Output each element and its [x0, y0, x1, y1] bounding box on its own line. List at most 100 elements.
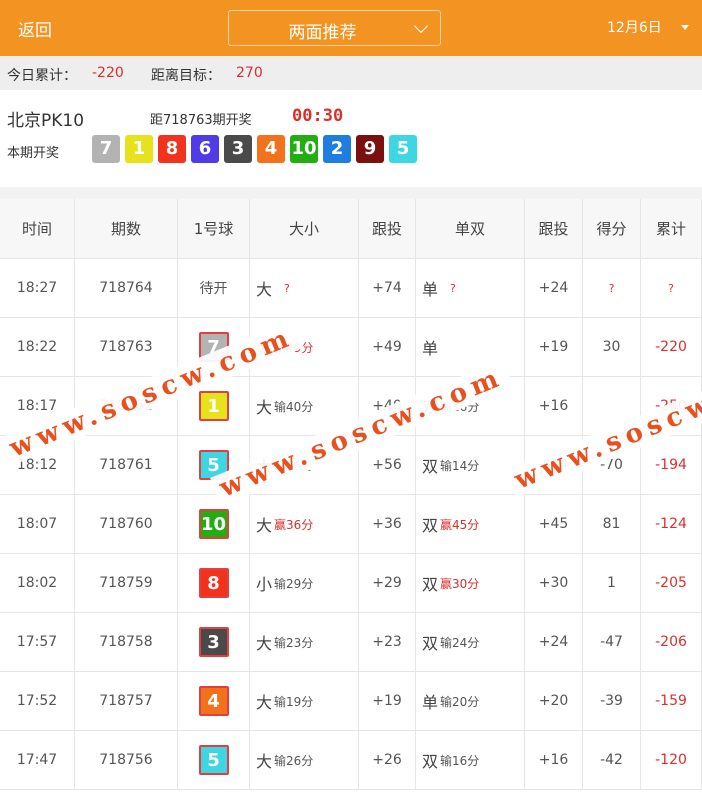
- table-row[interactable]: 18:02 718759 8 小输29分 +29 双赢30分 +30 1 -205: [0, 554, 702, 613]
- parity-pick: 双: [422, 516, 439, 535]
- cell-score: 81: [583, 495, 641, 553]
- chevron-down-icon: [413, 18, 429, 34]
- parity-pick: 双: [422, 457, 439, 476]
- cell-size: 小输29分: [250, 554, 359, 612]
- cell-time: 17:57: [0, 613, 75, 671]
- cell-time: 17:52: [0, 672, 75, 730]
- cell-follow-size: +23: [359, 613, 416, 671]
- stats-bar: 今日累计： -220 距离目标： 270: [0, 56, 702, 90]
- cell-score: ?: [583, 259, 641, 317]
- draw-ball: 4: [257, 135, 285, 163]
- cell-ball: 5: [178, 731, 250, 789]
- recommend-dropdown[interactable]: 两面推荐: [228, 10, 441, 46]
- size-pick: 大: [256, 516, 273, 535]
- parity-pick: 单: [422, 280, 439, 299]
- parity-pick: 双: [422, 634, 439, 653]
- result-ball: 10: [198, 509, 229, 539]
- cell-follow-size: +36: [359, 495, 416, 553]
- size-result: 输56分: [274, 458, 314, 473]
- countdown-timer: 00:30: [292, 106, 344, 126]
- table-row[interactable]: 18:17 718762 1 大输40分 +40 双输16分 +16 -250: [0, 377, 702, 436]
- cell-period: 718758: [75, 613, 178, 671]
- cell-ball: 1: [178, 377, 250, 435]
- lottery-info-panel: 北京PK10 距718763期开奖 00:30 本期开奖 7 1 8 6 3 4 10 2 9 5: [0, 90, 702, 187]
- parity-result: 赢30分: [440, 576, 480, 591]
- cell-score: -70: [583, 436, 641, 494]
- table-row[interactable]: 18:22 718763 7 大赢49分 +49 单 +19 30 -220: [0, 318, 702, 377]
- cell-score: -42: [583, 731, 641, 789]
- size-result: 输23分: [274, 635, 314, 650]
- col-time-header: 时间: [0, 199, 75, 258]
- cell-size: 大输23分: [250, 613, 359, 671]
- parity-pick: 单: [422, 339, 439, 358]
- cell-time: 17:47: [0, 731, 75, 789]
- current-draw-label: 本期开奖: [7, 146, 60, 161]
- table-row[interactable]: 18:27 718764 待开大? +74 单? +24??: [0, 259, 702, 318]
- cell-total: ?: [641, 259, 702, 317]
- today-total-value: -220: [92, 65, 124, 81]
- col-period-header: 期数: [75, 199, 178, 258]
- parity-pick: 双: [422, 575, 439, 594]
- cell-total: -120: [641, 731, 702, 789]
- table-row[interactable]: 18:07 718760 10 大赢36分 +36 双赢45分 +45 81 -124: [0, 495, 702, 554]
- top-bar: 返回 两面推荐 12月6日: [0, 0, 702, 56]
- cell-total: -124: [641, 495, 702, 553]
- table-row[interactable]: 17:52 718757 4 大输19分 +19 单输20分 +20 -39 -159: [0, 672, 702, 731]
- draw-ball: 9: [356, 135, 384, 163]
- pending-text: 待开: [199, 281, 228, 297]
- cell-total: -159: [641, 672, 702, 730]
- result-ball: 5: [198, 745, 229, 775]
- parity-result: 输20分: [440, 694, 480, 709]
- size-pick: 大: [256, 339, 273, 358]
- parity-pick: 双: [422, 752, 439, 771]
- size-result: 输26分: [274, 753, 314, 768]
- cell-follow-size: +19: [359, 672, 416, 730]
- cell-score: -47: [583, 613, 641, 671]
- cell-follow-size: +26: [359, 731, 416, 789]
- cell-parity: 单: [416, 318, 525, 376]
- draw-ball: 8: [158, 135, 186, 163]
- col-follow-size-header: 跟投: [359, 199, 416, 258]
- size-pick: 小: [256, 575, 273, 594]
- size-result: 输40分: [274, 399, 314, 414]
- cell-size: 大赢36分: [250, 495, 359, 553]
- cell-total: -194: [641, 436, 702, 494]
- table-row[interactable]: 17:57 718758 3 大输23分 +23 双输24分 +24 -47 -206: [0, 613, 702, 672]
- cell-size: 大输56分: [250, 436, 359, 494]
- cell-period: 718763: [75, 318, 178, 376]
- parity-pick: 双: [422, 398, 439, 417]
- caret-down-icon[interactable]: [681, 25, 689, 30]
- draw-ball: 1: [125, 135, 153, 163]
- cell-ball: 4: [178, 672, 250, 730]
- table-header: 时间 期数 1号球 大小 跟投 单双 跟投 得分 累计: [0, 199, 702, 259]
- cell-time: 18:12: [0, 436, 75, 494]
- parity-result: ?: [450, 281, 456, 295]
- parity-result: 输16分: [440, 753, 480, 768]
- cell-ball: 10: [178, 495, 250, 553]
- cell-follow-size: +40: [359, 377, 416, 435]
- cell-follow-parity: +30: [525, 554, 583, 612]
- result-ball: 7: [198, 332, 229, 362]
- size-pick: 大: [256, 693, 273, 712]
- parity-pick: 单: [422, 693, 439, 712]
- cell-follow-parity: +24: [525, 259, 583, 317]
- size-result: 输29分: [274, 576, 314, 591]
- cell-parity: 双输16分: [416, 377, 525, 435]
- cell-size: 大输19分: [250, 672, 359, 730]
- date-selector[interactable]: 12月6日: [607, 17, 662, 37]
- cell-follow-size: +29: [359, 554, 416, 612]
- draw-ball: 3: [224, 135, 252, 163]
- cell-time: 18:07: [0, 495, 75, 553]
- parity-result: 输14分: [440, 458, 480, 473]
- cell-score: [583, 377, 641, 435]
- table-row[interactable]: 18:12 718761 5 大输56分 +56 双输14分 +14 -70 -194: [0, 436, 702, 495]
- table-row[interactable]: 17:47 718756 5 大输26分 +26 双输16分 +16 -42 -120: [0, 731, 702, 790]
- cell-total: -250: [641, 377, 702, 435]
- cell-size: 大赢49分: [250, 318, 359, 376]
- size-result: 赢49分: [274, 340, 314, 355]
- col-total-header: 累计: [641, 199, 702, 258]
- cell-parity: 双输14分: [416, 436, 525, 494]
- back-button[interactable]: 返回: [18, 16, 52, 41]
- cell-score: 30: [583, 318, 641, 376]
- dropdown-label: 两面推荐: [288, 23, 357, 43]
